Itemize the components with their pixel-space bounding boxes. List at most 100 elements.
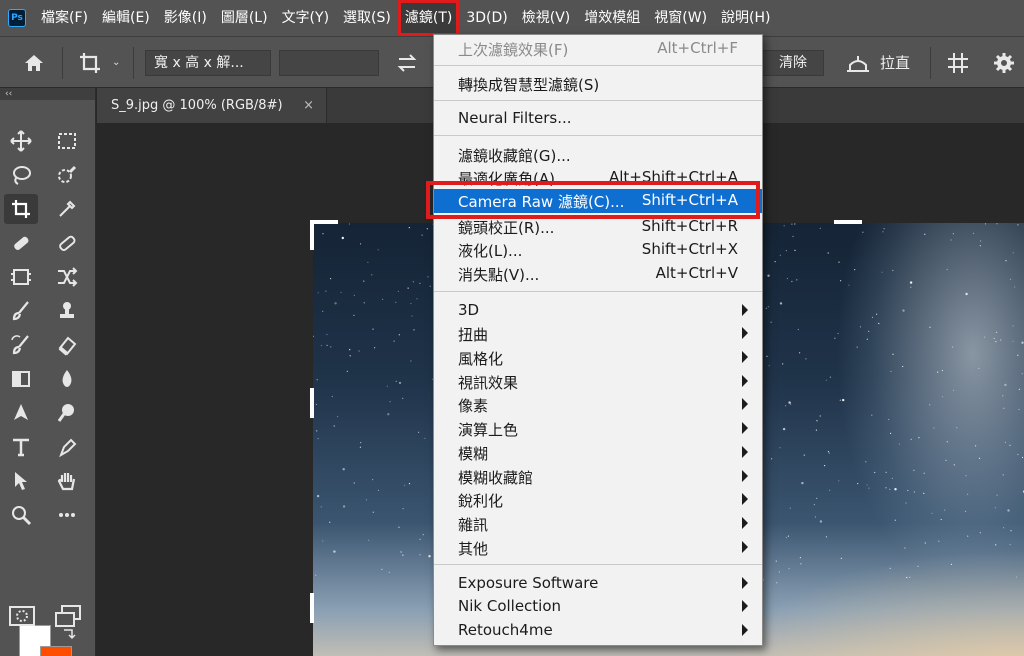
submenu-arrow-icon (742, 470, 748, 482)
submenu-video[interactable]: 視訊效果 (434, 370, 762, 394)
submenu-pixelate[interactable]: 像素 (434, 393, 762, 417)
menu-plugins[interactable]: 增效模組 (577, 0, 647, 36)
submenu-blur-gallery[interactable]: 模糊收藏館 (434, 465, 762, 489)
menu-type[interactable]: 文字(Y) (275, 0, 336, 36)
crop-handle[interactable] (310, 593, 314, 623)
grid-overlay-icon[interactable] (946, 51, 970, 75)
submenu-noise[interactable]: 雜訊 (434, 512, 762, 536)
clone-stamp-tool-icon[interactable] (50, 296, 84, 326)
menu-separator (434, 291, 762, 292)
submenu-stylize[interactable]: 風格化 (434, 346, 762, 370)
submenu-arrow-icon (742, 375, 748, 387)
frame-tool-icon[interactable] (4, 262, 38, 292)
background-color-swatch[interactable] (40, 646, 72, 656)
submenu-other[interactable]: 其他 (434, 536, 762, 560)
submenu-arrow-icon (742, 398, 748, 410)
menu-item-neural-filters[interactable]: Neural Filters... (434, 107, 762, 131)
submenu-arrow-icon (742, 517, 748, 529)
close-tab-icon[interactable]: × (303, 88, 314, 123)
screen-mode-icon[interactable] (54, 604, 82, 628)
crop-handle[interactable] (834, 220, 862, 224)
menu-layer[interactable]: 圖層(L) (214, 0, 275, 36)
hand-tool-icon[interactable] (50, 466, 84, 496)
clear-button[interactable]: 清除 (762, 50, 824, 76)
more-tools-icon[interactable] (50, 500, 84, 530)
menu-window[interactable]: 視窗(W) (647, 0, 714, 36)
menu-item-convert-smart-filters[interactable]: 轉換成智慧型濾鏡(S) (434, 72, 762, 96)
annotation-highlight-box (426, 181, 760, 219)
menu-3d[interactable]: 3D(D) (459, 0, 514, 36)
marquee-tool-icon[interactable] (50, 126, 84, 156)
quick-selection-tool-icon[interactable] (50, 160, 84, 190)
submenu-arrow-icon (742, 327, 748, 339)
menu-edit[interactable]: 編輯(E) (95, 0, 157, 36)
menu-filter[interactable]: 濾鏡(T) (397, 0, 460, 36)
menu-help[interactable]: 說明(H) (714, 0, 777, 36)
submenu-render[interactable]: 演算上色 (434, 417, 762, 441)
crop-handle[interactable] (310, 220, 338, 224)
pen-tool-icon[interactable] (4, 398, 38, 428)
menu-file[interactable]: 檔案(F) (34, 0, 95, 36)
divider (133, 47, 134, 79)
menu-view[interactable]: 檢視(V) (515, 0, 578, 36)
submenu-nik-collection[interactable]: Nik Collection (434, 595, 762, 619)
menu-image[interactable]: 影像(I) (157, 0, 214, 36)
chevron-down-icon[interactable]: ⌄ (112, 57, 120, 68)
freeform-pen-icon[interactable] (50, 432, 84, 462)
ratio-select[interactable]: 寬 x 高 x 解... (145, 50, 271, 76)
submenu-arrow-icon (742, 624, 748, 636)
crop-handle[interactable] (310, 220, 314, 250)
submenu-arrow-icon (742, 422, 748, 434)
history-brush-icon[interactable] (4, 330, 38, 360)
filter-menu: 上次濾鏡效果(F) Alt+Ctrl+F 轉換成智慧型濾鏡(S) Neural F… (433, 34, 763, 646)
eyedropper-tool-icon[interactable] (50, 194, 84, 224)
brush-tool-icon[interactable] (4, 296, 38, 326)
path-selection-icon[interactable] (4, 466, 38, 496)
submenu-blur[interactable]: 模糊 (434, 441, 762, 465)
gradient-tool-icon[interactable] (4, 364, 38, 394)
submenu-arrow-icon (742, 493, 748, 505)
photoshop-window: Ps 檔案(F) 編輯(E) 影像(I) 圖層(L) 文字(Y) 選取(S) 濾… (0, 0, 1024, 656)
eraser-tool-icon[interactable] (50, 330, 84, 360)
crop-tool-icon[interactable] (78, 51, 104, 75)
submenu-3d[interactable]: 3D (434, 299, 762, 323)
menu-item-liquify[interactable]: 液化(L)... Shift+Ctrl+X (434, 238, 762, 262)
submenu-arrow-icon (742, 541, 748, 553)
submenu-retouch4me[interactable]: Retouch4me (434, 619, 762, 643)
straighten-icon[interactable] (845, 53, 871, 73)
submenu-arrow-icon (742, 600, 748, 612)
submenu-arrow-icon (742, 446, 748, 458)
zoom-tool-icon[interactable] (4, 500, 38, 530)
menu-item-last-filter: 上次濾鏡效果(F) Alt+Ctrl+F (458, 39, 738, 59)
submenu-distort[interactable]: 扭曲 (434, 322, 762, 346)
document-tab[interactable]: S_9.jpg @ 100% (RGB/8#) × (97, 88, 327, 123)
ratio-width-input[interactable] (279, 50, 379, 76)
swap-colors-icon[interactable] (62, 626, 76, 640)
collapse-panel-button[interactable]: ‹‹ (0, 88, 95, 100)
move-tool-icon[interactable] (4, 126, 38, 156)
menu-separator (434, 65, 762, 66)
submenu-sharpen[interactable]: 銳利化 (434, 488, 762, 512)
lasso-tool-icon[interactable] (4, 160, 38, 190)
menu-select[interactable]: 選取(S) (336, 0, 398, 36)
dodge-tool-icon[interactable] (50, 398, 84, 428)
straighten-label[interactable]: 拉直 (880, 52, 910, 73)
type-tool-icon[interactable] (4, 432, 38, 462)
content-aware-move-icon[interactable] (50, 262, 84, 292)
gear-icon[interactable] (992, 51, 1016, 75)
submenu-exposure-software[interactable]: Exposure Software (434, 572, 762, 596)
quick-mask-icon[interactable] (9, 606, 35, 626)
menu-item-vanishing-point[interactable]: 消失點(V)... Alt+Ctrl+V (434, 262, 762, 286)
healing-brush-icon[interactable] (50, 228, 84, 258)
submenu-arrow-icon (742, 577, 748, 589)
crop-handle[interactable] (310, 388, 314, 418)
swap-icon[interactable] (396, 51, 418, 75)
submenu-arrow-icon (742, 351, 748, 363)
crop-tool-icon[interactable] (4, 194, 38, 224)
spot-healing-brush-icon[interactable] (4, 228, 38, 258)
divider (62, 47, 63, 79)
blur-tool-icon[interactable] (50, 364, 84, 394)
menu-separator (434, 100, 762, 101)
home-icon[interactable] (22, 51, 46, 75)
menu-item-filter-gallery[interactable]: 濾鏡收藏館(G)... (434, 143, 762, 167)
